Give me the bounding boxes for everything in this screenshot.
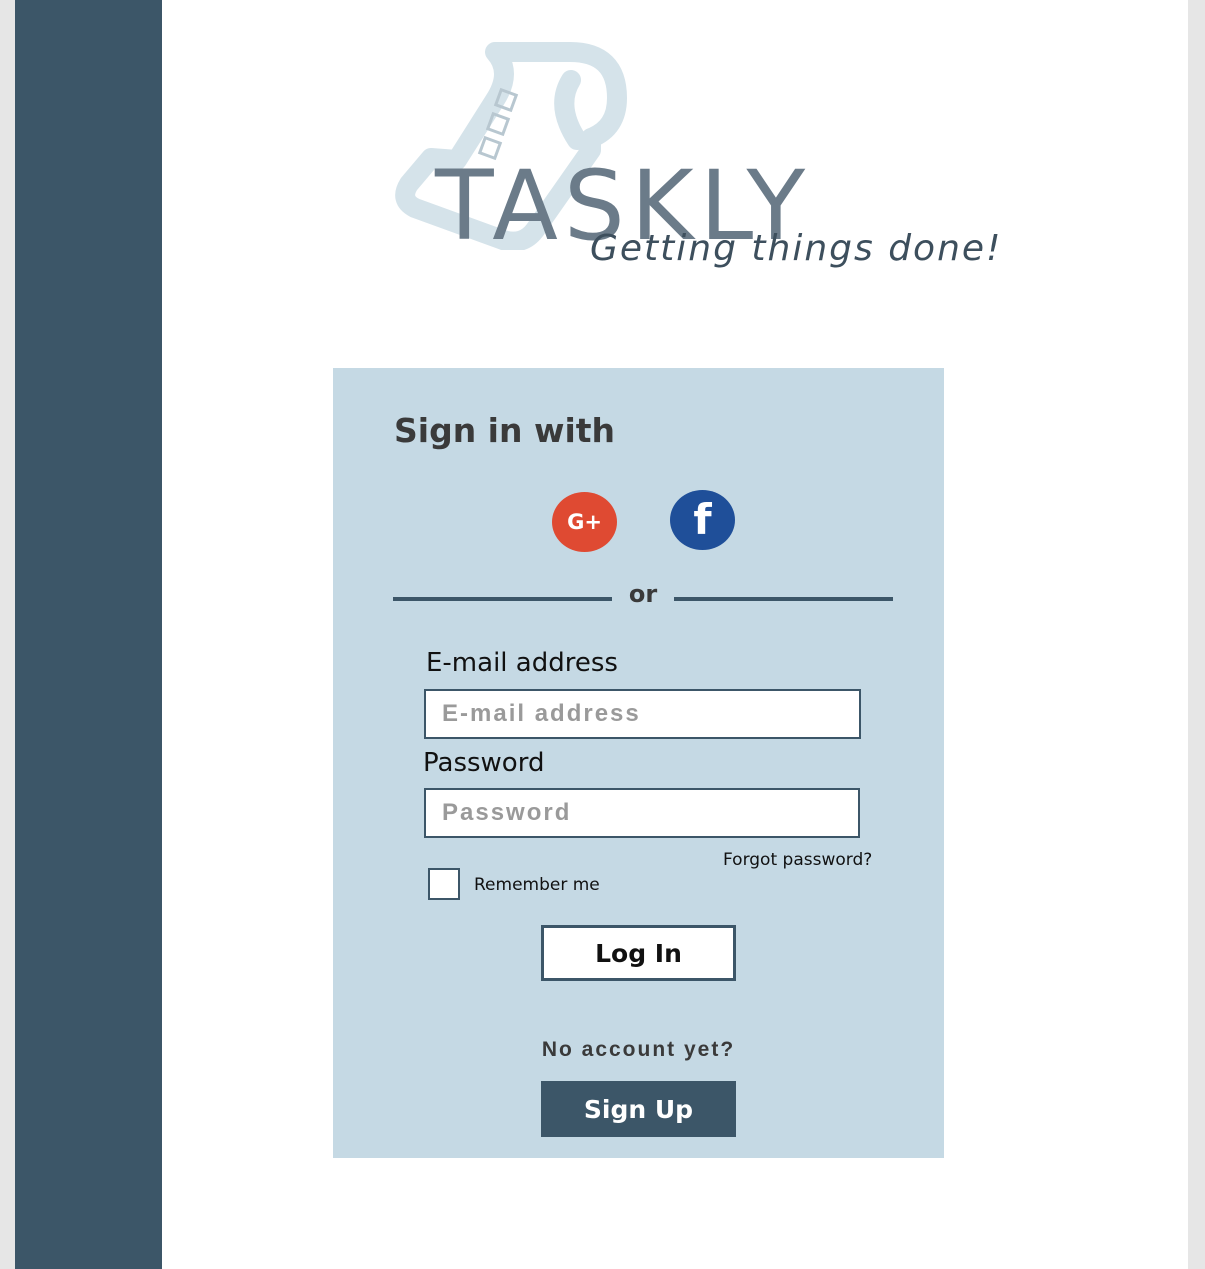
divider-or-text: or xyxy=(628,580,658,608)
logo-tagline: Getting things done! xyxy=(590,228,1003,269)
facebook-icon: f xyxy=(693,495,712,544)
signup-button[interactable]: Sign Up xyxy=(541,1081,736,1137)
signin-heading: Sign in with xyxy=(394,411,616,450)
login-button[interactable]: Log In xyxy=(541,925,736,981)
taskly-logo: TASKLY Getting things done! xyxy=(395,40,1000,280)
google-signin-button[interactable]: G+ xyxy=(552,492,617,552)
no-account-text: No account yet? xyxy=(541,1038,736,1061)
password-label: Password xyxy=(423,748,545,778)
facebook-signin-button[interactable]: f xyxy=(670,490,735,550)
forgot-password-link[interactable]: Forgot password? xyxy=(723,850,872,870)
divider-left xyxy=(393,597,612,601)
email-field[interactable] xyxy=(424,689,861,739)
window-left-border xyxy=(0,0,15,1269)
email-label: E-mail address xyxy=(426,648,618,678)
remember-me-checkbox[interactable] xyxy=(428,868,460,900)
login-card: Sign in with G+ f or E-mail address Pass… xyxy=(333,368,944,1158)
sidebar xyxy=(15,0,162,1269)
window-right-border xyxy=(1188,0,1205,1269)
divider-right xyxy=(674,597,893,601)
password-field[interactable] xyxy=(424,788,860,838)
remember-me-label: Remember me xyxy=(474,875,600,895)
google-plus-icon: G+ xyxy=(567,510,602,534)
